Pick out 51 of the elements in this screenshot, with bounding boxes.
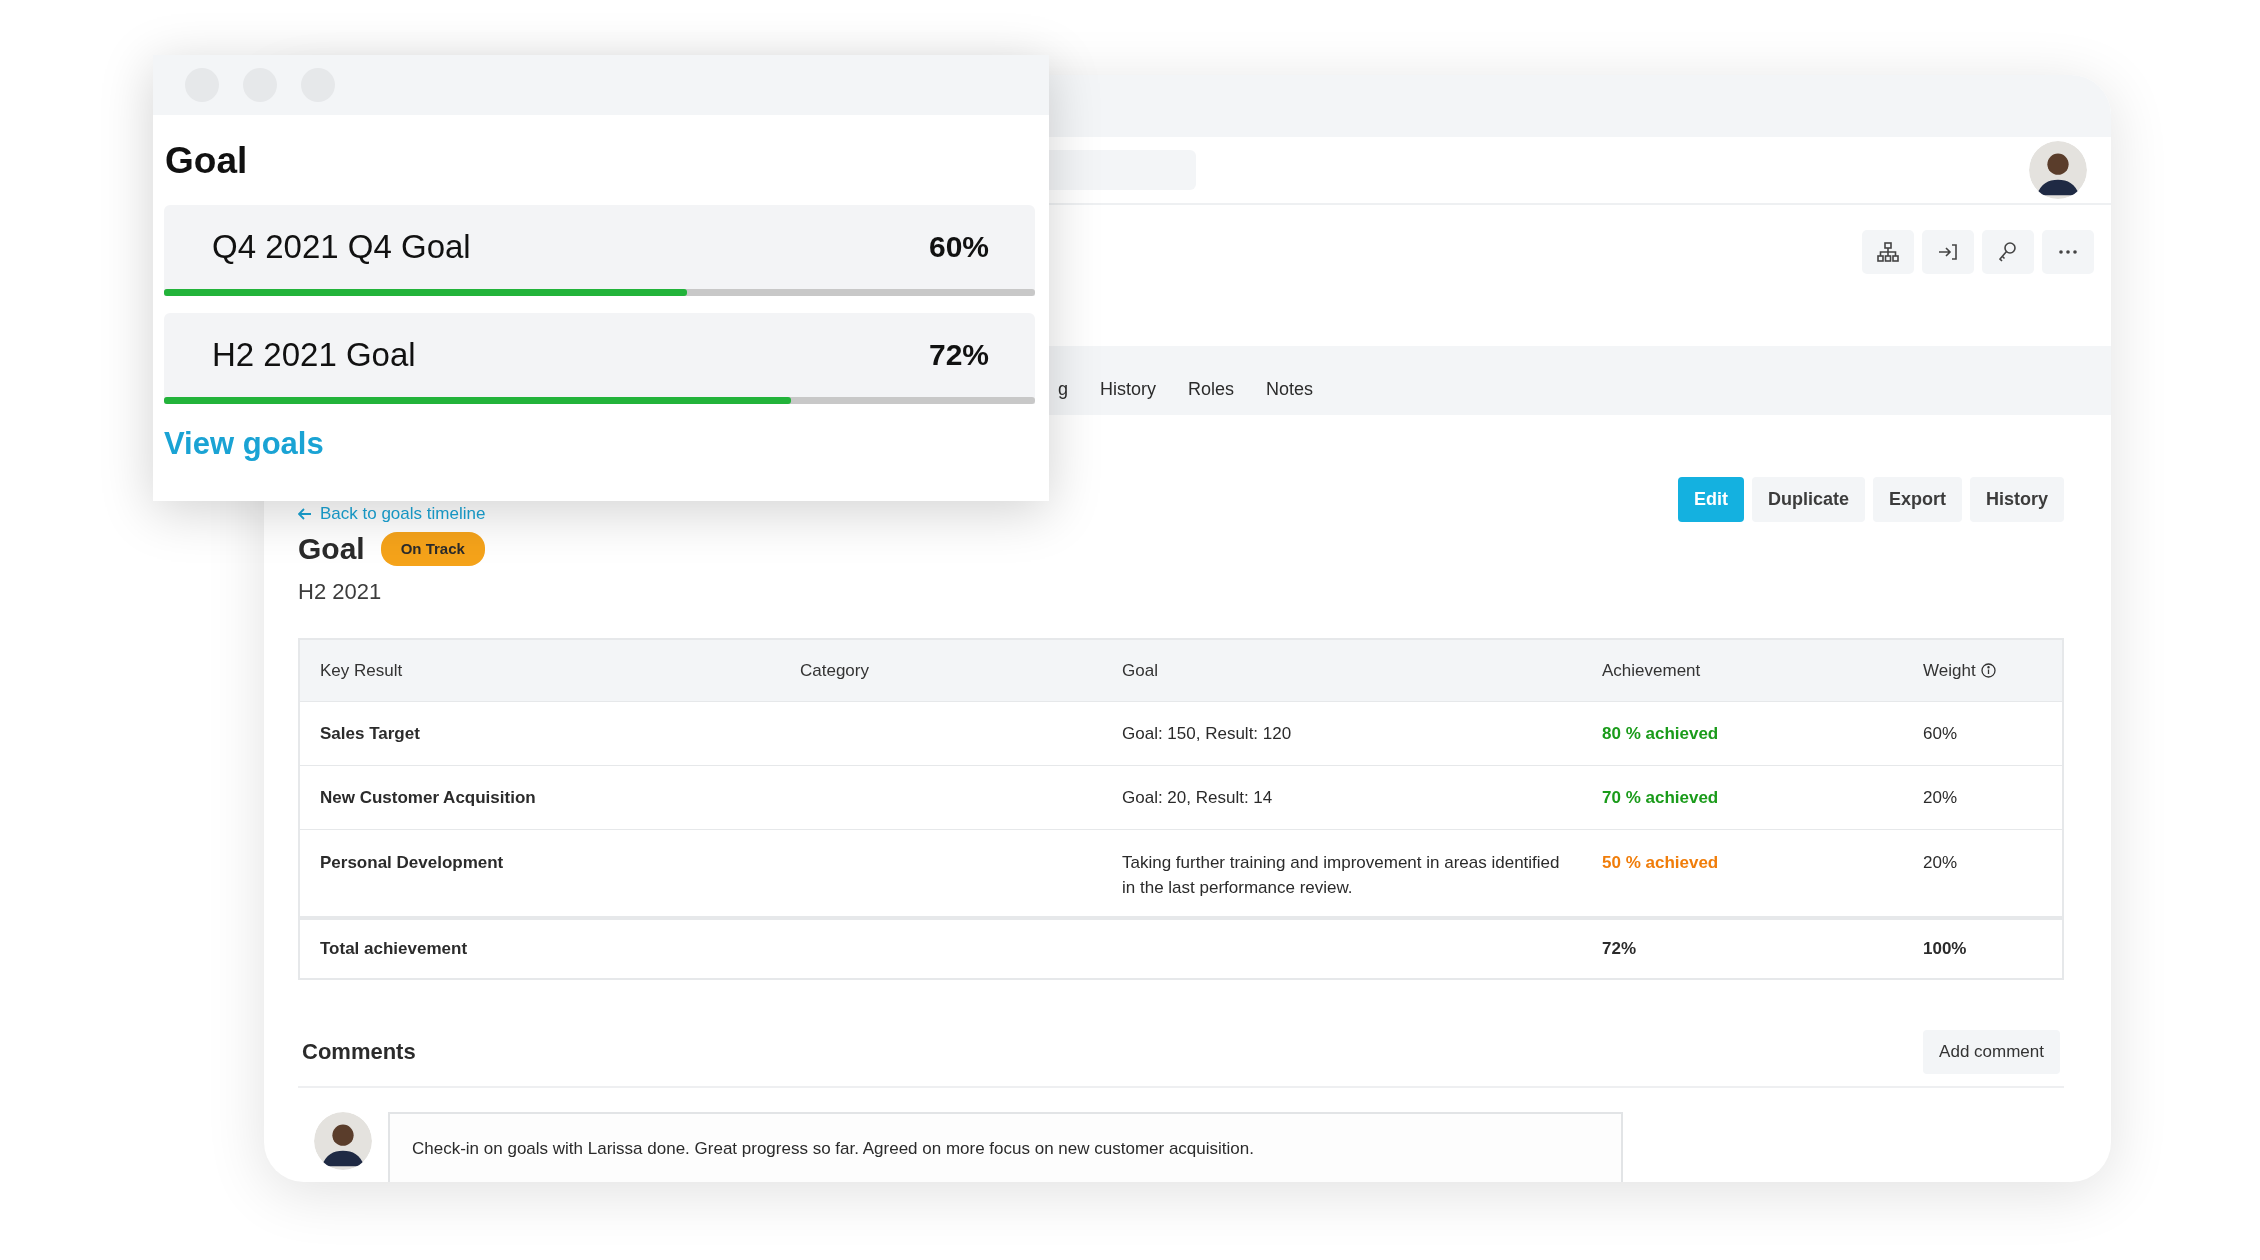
table-cell-text: 20% <box>1923 851 1958 874</box>
tab[interactable]: History <box>1094 346 1163 415</box>
arrow-left-icon <box>298 507 312 520</box>
tab[interactable]: Roles <box>1182 346 1241 415</box>
table-cell-text: 72% <box>1602 938 1637 960</box>
goal-name: H2 2021 Goal <box>212 334 416 375</box>
goal-percent: 72% <box>928 337 989 373</box>
table-cell-text: Goal: 150, Result: 120 <box>1122 722 1292 745</box>
goal-name: Q4 2021 Q4 Goal <box>212 226 471 267</box>
achievement-status: 70 % achieved <box>1602 786 1719 809</box>
achievement-status: 80 % achieved <box>1602 722 1719 745</box>
achievement-status: 50 % achieved <box>1602 851 1719 874</box>
sign-in-icon <box>1938 243 1958 261</box>
column-header: Key Result <box>320 659 403 682</box>
column-header: Goal <box>1122 659 1158 682</box>
goal-heading: Goal <box>298 530 365 567</box>
table-cell-text: New Customer Acquisition <box>320 786 536 809</box>
key-button[interactable] <box>1982 230 2034 274</box>
key-icon <box>1999 242 2017 262</box>
avatar <box>2029 141 2087 199</box>
tab[interactable]: Notes <box>1260 346 1320 415</box>
column-header: Achievement <box>1602 659 1701 682</box>
tab[interactable]: g <box>1052 346 1074 415</box>
table-cell-text: Personal Development <box>320 851 504 874</box>
action-button[interactable]: History <box>1970 477 2064 522</box>
sign-in-button[interactable] <box>1922 230 1974 274</box>
info-icon <box>1980 662 1996 678</box>
goal-card[interactable]: Q4 2021 Q4 Goal 60% <box>164 204 1035 296</box>
column-header: Category <box>800 659 869 682</box>
popup-title: Goal <box>165 139 248 183</box>
goal-percent: 60% <box>928 229 989 265</box>
table-cell-text: Taking further training and improvement in areas identified in the last performance review. <box>1122 851 1561 900</box>
add-comment-button[interactable]: Add comment <box>1923 1029 2060 1074</box>
table-cell-text: Total achievement <box>320 938 468 960</box>
avatar <box>314 1111 372 1170</box>
table-cell-text: 20% <box>1923 786 1958 809</box>
goal-period: H2 2021 <box>298 577 383 606</box>
action-button[interactable]: Duplicate <box>1751 477 1865 522</box>
goal-card[interactable]: H2 2021 Goal 72% <box>164 312 1035 404</box>
action-button[interactable]: Export <box>1872 477 1962 522</box>
table-cell-text: Goal: 20, Result: 14 <box>1122 786 1273 809</box>
column-header: Weight <box>1923 659 1976 682</box>
comments-heading: Comments <box>302 1038 416 1067</box>
table-cell-text: Sales Target <box>320 722 420 745</box>
hierarchy-button[interactable] <box>1862 230 1914 274</box>
table-cell-text: 100% <box>1923 938 1967 960</box>
ellipsis-icon <box>2059 250 2077 254</box>
sitemap-icon <box>1877 242 1899 262</box>
status-badge: On Track <box>380 531 485 566</box>
comment-text: Check-in on goals with Larissa done. Great progress so far. Agreed on more focus on new customer acquisition. <box>412 1138 1254 1158</box>
table-cell-text: 60% <box>1923 722 1958 745</box>
